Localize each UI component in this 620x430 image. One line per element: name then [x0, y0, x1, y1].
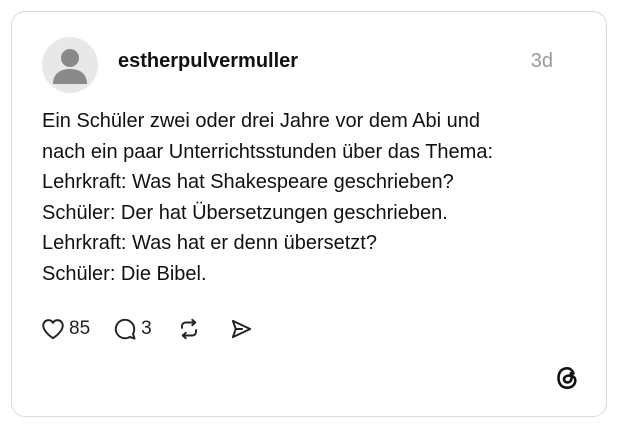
repost-icon [180, 318, 197, 340]
like-count: 85 [69, 318, 91, 339]
post-line: Lehrkraft: Was hat Shakespeare geschrieb… [42, 171, 454, 193]
send-icon [231, 319, 251, 339]
timestamp: 3d [530, 50, 553, 72]
username[interactable]: estherpulvermuller [118, 50, 298, 73]
repost-button[interactable] [176, 316, 202, 342]
post-line: Lehrkraft: Was hat er denn übersetzt? [42, 232, 377, 254]
post-line: nach ein paar Unterrichtsstunden über da… [42, 140, 494, 163]
post-text: Ein Schüler zwei oder drei Jahre vor dem… [42, 106, 587, 289]
speech-bubble-icon [114, 318, 136, 340]
share-button[interactable] [228, 316, 254, 342]
post-line: Ein Schüler zwei oder drei Jahre vor dem… [42, 110, 481, 132]
reply-count: 3 [141, 318, 152, 339]
avatar[interactable] [42, 37, 98, 93]
post-line: Schüler: Der hat Übersetzungen geschrieb… [42, 201, 448, 224]
threads-logo-icon [553, 364, 581, 392]
heart-icon [42, 319, 64, 340]
post-card: estherpulvermuller 3d Ein Schüler zwei o… [11, 11, 607, 417]
default-avatar-icon [53, 49, 87, 84]
action-bar: 85 3 [40, 314, 254, 344]
reply-button[interactable]: 3 [112, 316, 152, 342]
like-button[interactable]: 85 [40, 316, 90, 342]
post-line: Schüler: Die Bibel. [42, 262, 207, 285]
